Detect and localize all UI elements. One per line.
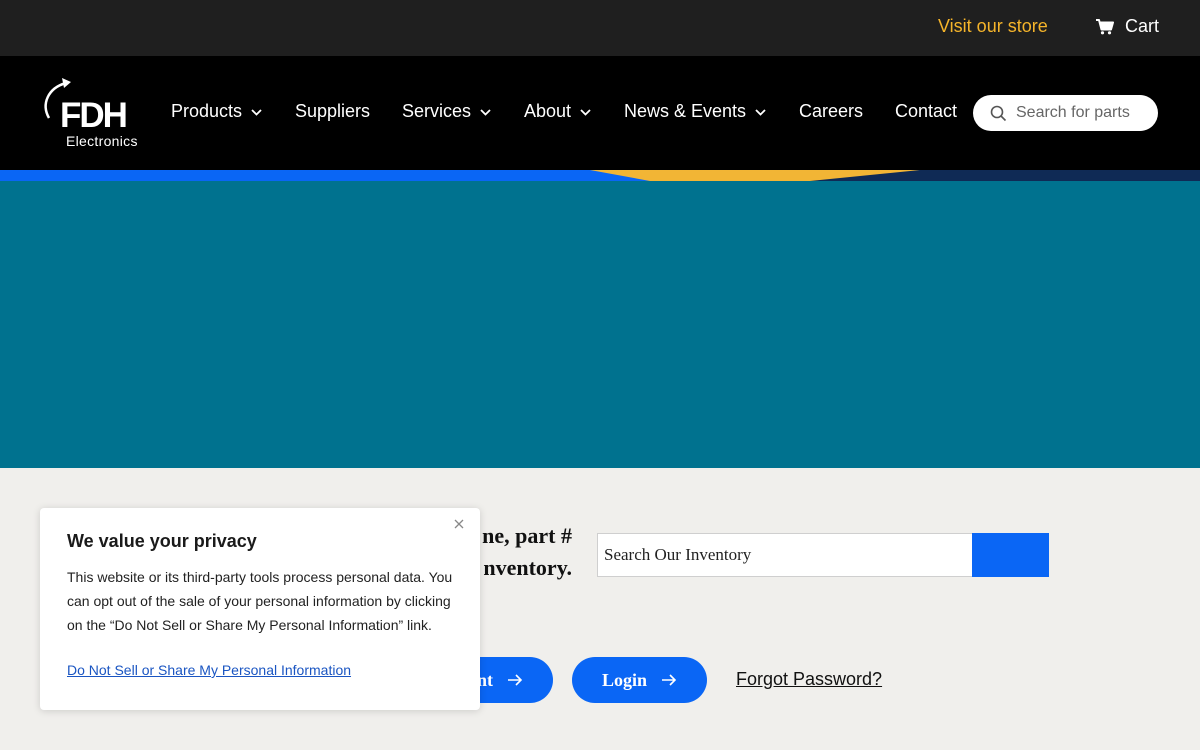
header-search-input[interactable] <box>1016 104 1146 122</box>
arrow-right-icon <box>508 674 523 686</box>
privacy-body: This website or its third-party tools pr… <box>67 569 453 633</box>
login-button[interactable]: Login <box>572 657 707 703</box>
inventory-heading-line2: nventory. <box>483 555 572 580</box>
inventory-search-button[interactable] <box>972 533 1049 577</box>
decorative-stripe <box>0 170 1200 181</box>
nav-contact-label: Contact <box>895 101 958 121</box>
arrow-right-icon <box>662 674 677 686</box>
hero-banner <box>0 181 1200 468</box>
inventory-heading-line1: ne, part # <box>482 523 572 548</box>
privacy-title: We value your privacy <box>67 531 257 551</box>
chevron-down-icon <box>251 109 262 116</box>
nav-contact[interactable]: Contact <box>895 101 957 122</box>
nav-suppliers-label: Suppliers <box>295 101 371 121</box>
nav-news-events-label: News & Events <box>624 101 747 121</box>
top-utility-bar: Visit our store Cart <box>0 0 1200 56</box>
login-label: Login <box>602 669 648 690</box>
chevron-down-icon <box>755 109 766 116</box>
nav-products-label: Products <box>171 101 243 121</box>
chevron-down-icon <box>480 109 491 116</box>
fdh-logo[interactable]: FDH Electronics <box>40 78 144 150</box>
header-search[interactable] <box>973 95 1158 131</box>
nav-products[interactable]: Products <box>171 101 262 122</box>
nav-services-label: Services <box>402 101 472 121</box>
nav-about-label: About <box>524 101 572 121</box>
nav-news-events[interactable]: News & Events <box>624 101 766 122</box>
nav-suppliers[interactable]: Suppliers <box>295 101 370 122</box>
close-icon[interactable] <box>453 518 465 530</box>
nav-about[interactable]: About <box>524 101 591 122</box>
nav-careers-label: Careers <box>799 101 864 121</box>
cart-icon <box>1096 18 1114 34</box>
privacy-consent-dialog: We value your privacy This website or it… <box>40 508 480 710</box>
main-navigation: FDH Electronics Products Suppliers Servi… <box>0 56 1200 170</box>
chevron-down-icon <box>580 109 591 116</box>
forgot-password-link[interactable]: Forgot Password? <box>736 669 882 690</box>
do-not-sell-link[interactable]: Do Not Sell or Share My Personal Informa… <box>67 662 351 678</box>
search-icon <box>990 105 1007 121</box>
cart-label: Cart <box>1125 16 1160 36</box>
cart-link[interactable]: Cart <box>1096 16 1159 37</box>
visit-store-link[interactable]: Visit our store <box>938 16 1048 37</box>
inventory-search-input[interactable] <box>597 533 973 577</box>
nav-services[interactable]: Services <box>402 101 491 122</box>
nav-careers[interactable]: Careers <box>799 101 863 122</box>
logo-wordmark: FDH <box>60 96 128 135</box>
logo-subtitle: Electronics <box>66 133 138 149</box>
